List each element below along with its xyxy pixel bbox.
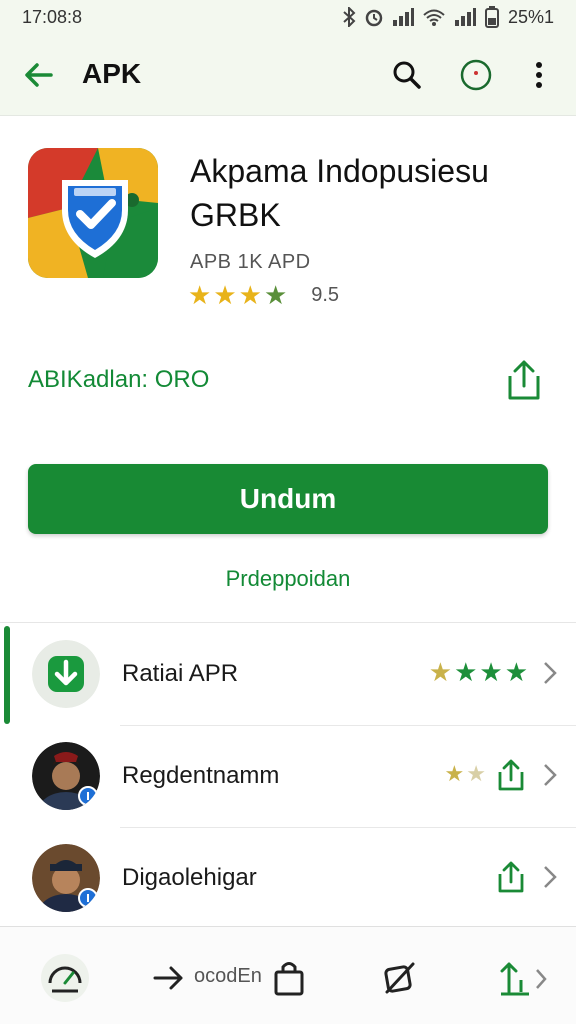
star-icon: ★ xyxy=(504,657,528,687)
share-icon[interactable] xyxy=(494,860,528,894)
list-item-rating: ★ ★ ★ ★ xyxy=(429,658,528,686)
install-button[interactable]: Undum xyxy=(28,464,548,534)
status-time: 17:08:8 xyxy=(22,6,83,27)
app-icon xyxy=(28,148,158,278)
more-vert-icon xyxy=(536,62,542,88)
star-icon: ★ xyxy=(188,280,212,310)
avatar xyxy=(32,844,100,912)
more-options-button[interactable] xyxy=(522,56,556,94)
search-button[interactable] xyxy=(388,56,426,94)
star-icon: ★ xyxy=(479,657,503,687)
bluetooth-icon xyxy=(342,7,356,27)
star-icon: ★ xyxy=(454,657,478,687)
app-subtitle: GRBK xyxy=(190,197,281,233)
list-item[interactable]: Regdentnamm ★ ★ xyxy=(0,726,576,828)
app-name: Akpama Indopusiesu xyxy=(190,153,489,189)
wifi-icon xyxy=(422,7,446,27)
status-icons: 25%1 xyxy=(342,6,554,28)
share-icon xyxy=(508,360,540,400)
avatar xyxy=(32,742,100,810)
link-off-icon xyxy=(384,962,415,994)
nav-link-button[interactable] xyxy=(374,953,424,1003)
page-title: APK xyxy=(82,58,142,89)
download-app-icon xyxy=(32,640,100,708)
app-bar: APK xyxy=(0,34,576,116)
signal-icon-2 xyxy=(454,7,476,27)
secondary-action-link[interactable]: Prdeppoidan xyxy=(0,566,576,592)
nav-upload-button[interactable] xyxy=(490,953,540,1003)
list-item-label: Regdentnamm xyxy=(122,762,280,789)
app-meta: APB 1K APD xyxy=(190,251,311,273)
back-button[interactable] xyxy=(20,56,58,94)
star-icon: ★ xyxy=(238,280,262,310)
speedometer-icon xyxy=(41,954,89,1002)
list-item[interactable]: Digaolehigar xyxy=(0,828,576,930)
star-icon: ★ xyxy=(444,761,465,786)
account-button[interactable] xyxy=(457,56,495,94)
arrow-back-icon xyxy=(25,63,53,87)
share-icon[interactable] xyxy=(494,758,528,792)
chevron-right-icon xyxy=(536,969,547,989)
list-divider xyxy=(0,622,576,623)
nav-bag-button[interactable] xyxy=(264,953,314,1003)
star-icon: ★ xyxy=(428,657,453,687)
arrow-forward-icon xyxy=(153,966,183,990)
signal-icon xyxy=(392,7,414,27)
nav-forward-button[interactable] xyxy=(144,953,194,1003)
search-icon xyxy=(393,61,421,89)
alarm-icon xyxy=(364,7,384,27)
chevron-right-icon xyxy=(544,866,557,888)
chevron-right-icon xyxy=(544,662,557,684)
list-item-label: Ratiai APR xyxy=(122,660,239,687)
battery-level: 25%1 xyxy=(507,6,554,27)
developer-link[interactable]: ABIKadlan: ORO xyxy=(28,366,209,394)
list-item-label: Digaolehigar xyxy=(122,864,257,891)
star-half-icon: ★ xyxy=(466,761,486,786)
upload-chart-icon xyxy=(500,962,529,996)
circle-dot-icon xyxy=(460,59,492,91)
nav-speed-button[interactable] xyxy=(40,953,90,1003)
list-item-rating: ★ ★ xyxy=(445,760,486,788)
rating-row: ★ ★ ★ ★ 9.5 xyxy=(188,281,339,309)
share-button[interactable] xyxy=(502,358,546,402)
status-bar: 17:08:8 25%1 xyxy=(0,0,576,34)
battery-icon xyxy=(484,6,500,28)
nav-label: ocodEn xyxy=(194,965,262,987)
star-icon: ★ xyxy=(213,280,237,310)
rating-score: 9.5 xyxy=(311,283,340,306)
shopping-bag-icon xyxy=(274,962,304,996)
list-item[interactable]: Ratiai APR ★ ★ ★ ★ xyxy=(0,624,576,726)
star-half-icon: ★ xyxy=(263,280,288,310)
bottom-nav: ocodEn xyxy=(0,926,576,1024)
chevron-right-icon xyxy=(544,764,557,786)
